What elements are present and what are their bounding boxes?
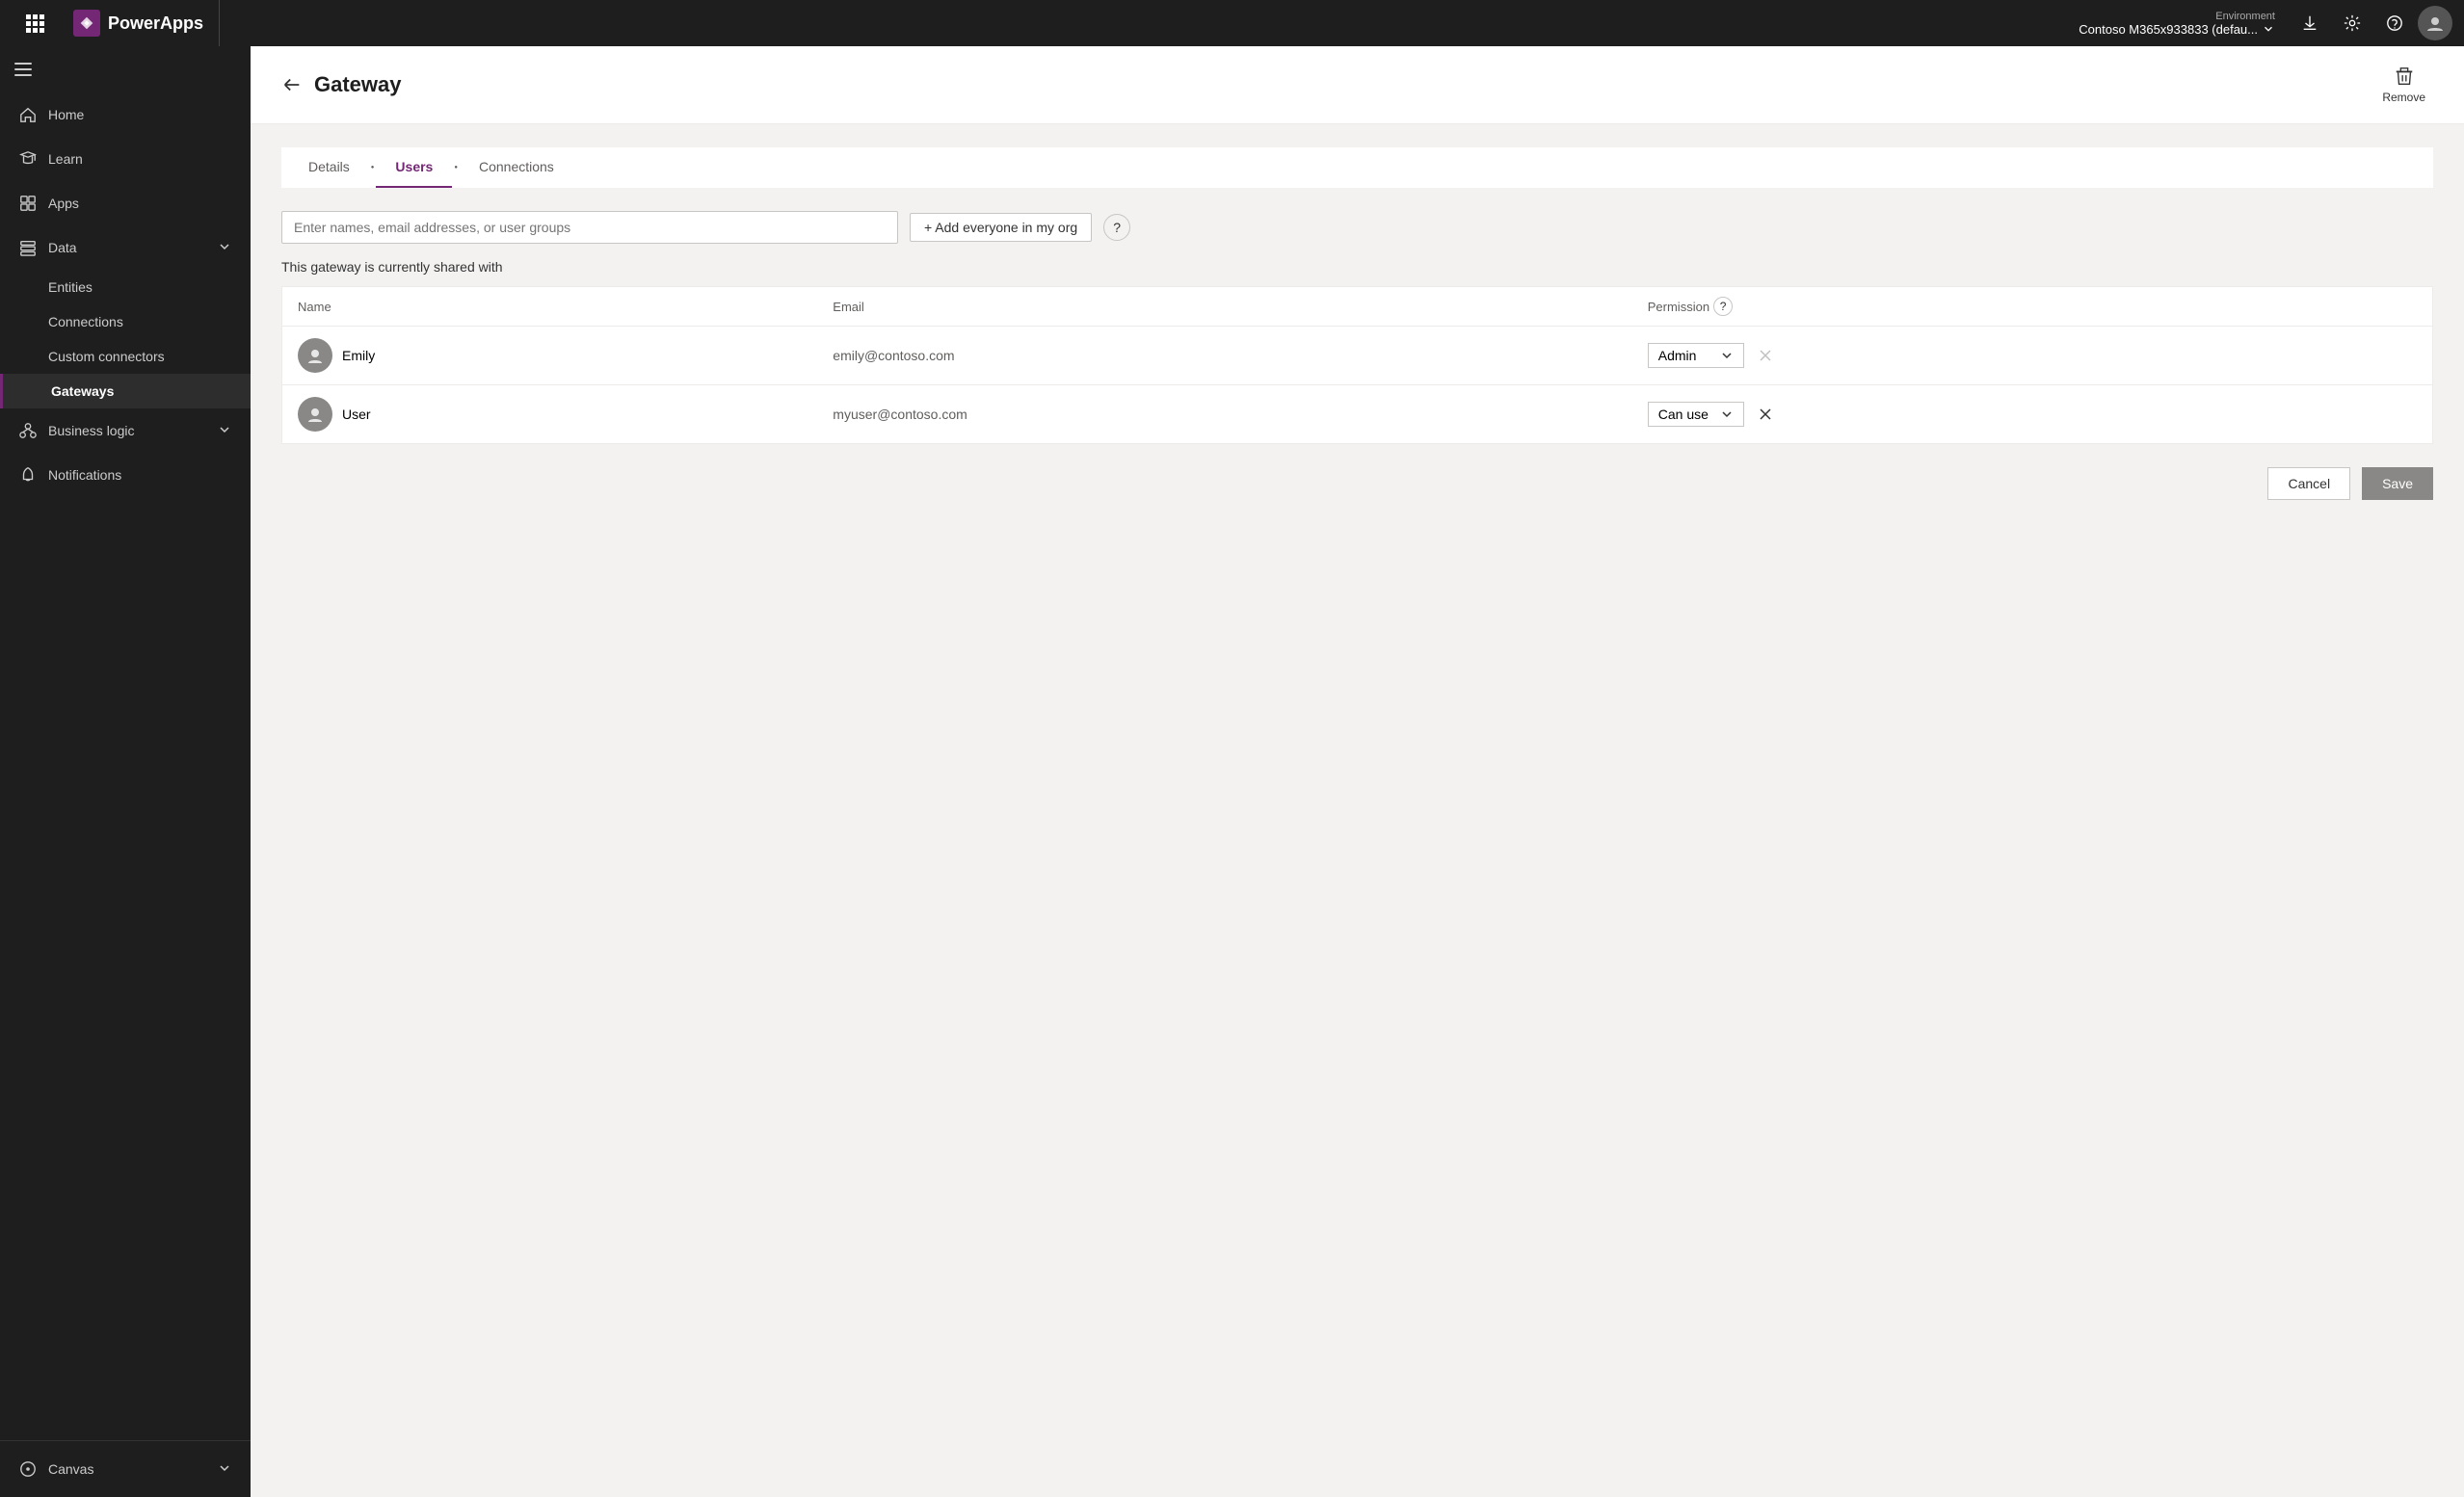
main-content: Gateway Remove Details ● Users ● Connect… <box>251 46 2464 1497</box>
data-chevron-icon <box>218 240 231 256</box>
emily-remove-button <box>1752 342 1779 369</box>
logo-icon <box>73 10 100 37</box>
sidebar-label-learn: Learn <box>48 151 83 167</box>
cancel-button[interactable]: Cancel <box>2267 467 2350 500</box>
sidebar-collapse-button[interactable] <box>0 46 46 92</box>
sidebar-subitem-connections[interactable]: Connections <box>0 304 251 339</box>
remove-button[interactable]: Remove <box>2374 62 2433 108</box>
emily-permission-select[interactable]: Admin <box>1648 343 1744 368</box>
user-avatar[interactable] <box>2418 6 2452 40</box>
environment-selector[interactable]: Environment Contoso M365x933833 (defau..… <box>2079 11 2275 37</box>
remove-label: Remove <box>2382 91 2425 104</box>
sidebar-item-apps[interactable]: Apps <box>0 181 251 225</box>
sidebar: Home Learn Apps Data Entities Connection… <box>0 46 251 1497</box>
page-content: Details ● Users ● Connections + Add ever… <box>251 124 2464 1497</box>
user-remove-button[interactable] <box>1752 401 1779 428</box>
sidebar-label-data: Data <box>48 240 77 255</box>
emily-name: Emily <box>342 348 375 363</box>
topbar-icons <box>2291 4 2452 42</box>
add-everyone-label: + Add everyone in my org <box>924 220 1077 235</box>
download-button[interactable] <box>2291 4 2329 42</box>
user-name-cell: Emily <box>282 327 818 385</box>
emily-email: emily@contoso.com <box>833 348 954 363</box>
sidebar-item-data[interactable]: Data <box>0 225 251 270</box>
page-title: Gateway <box>314 72 2374 97</box>
notifications-icon <box>19 466 37 484</box>
home-icon <box>19 106 37 123</box>
apps-icon <box>19 195 37 212</box>
business-logic-icon <box>19 422 37 439</box>
topbar: PowerApps Environment Contoso M365x93383… <box>0 0 2464 46</box>
col-permission: Permission ? <box>1632 287 2433 327</box>
user-email-cell: myuser@contoso.com <box>817 385 1631 444</box>
user-name-cell: User <box>282 385 818 444</box>
sidebar-item-home[interactable]: Home <box>0 92 251 137</box>
learn-icon <box>19 150 37 168</box>
users-table: Name Email Permission ? <box>281 286 2433 444</box>
canvas-icon <box>19 1460 37 1478</box>
business-logic-chevron-icon <box>218 423 231 439</box>
permission-help-button[interactable]: ? <box>1713 297 1733 316</box>
waffle-button[interactable] <box>12 13 58 33</box>
tab-details[interactable]: Details <box>289 147 369 188</box>
help-tooltip-button[interactable]: ? <box>1103 214 1130 241</box>
logo-text: PowerApps <box>108 13 203 34</box>
emily-permission-cell: Admin <box>1632 327 2433 385</box>
tab-connections[interactable]: Connections <box>460 147 573 188</box>
form-footer: Cancel Save <box>281 467 2433 500</box>
settings-button[interactable] <box>2333 4 2371 42</box>
back-button[interactable] <box>281 74 303 95</box>
data-icon <box>19 239 37 256</box>
page-header-actions: Remove <box>2374 62 2433 108</box>
table-row: User myuser@contoso.com Can use <box>282 385 2433 444</box>
canvas-chevron-icon <box>218 1461 231 1478</box>
col-name: Name <box>282 287 818 327</box>
sidebar-item-business-logic[interactable]: Business logic <box>0 408 251 453</box>
sidebar-label-home: Home <box>48 107 84 122</box>
sidebar-item-canvas[interactable]: Canvas <box>0 1451 251 1487</box>
sidebar-item-learn[interactable]: Learn <box>0 137 251 181</box>
tab-dot-1: ● <box>369 165 377 171</box>
env-label: Environment <box>2215 11 2275 22</box>
user-email: myuser@contoso.com <box>833 407 967 422</box>
user-avatar-2 <box>298 397 332 432</box>
user-permission-select[interactable]: Can use <box>1648 402 1744 427</box>
remove-user-icon <box>1758 407 1773 422</box>
search-row: + Add everyone in my org ? <box>281 211 2433 244</box>
emily-avatar <box>298 338 332 373</box>
tab-users[interactable]: Users <box>376 147 452 188</box>
add-everyone-button[interactable]: + Add everyone in my org <box>910 213 1092 242</box>
sidebar-navigation: Home Learn Apps Data Entities Connection… <box>0 92 251 497</box>
sidebar-subitem-custom-connectors[interactable]: Custom connectors <box>0 339 251 374</box>
sidebar-subitem-gateways[interactable]: Gateways <box>0 374 251 408</box>
sidebar-item-notifications[interactable]: Notifications <box>0 453 251 497</box>
env-name[interactable]: Contoso M365x933833 (defau... <box>2079 22 2275 37</box>
trash-icon <box>2394 66 2415 87</box>
users-section: + Add everyone in my org ? This gateway … <box>281 211 2433 500</box>
save-button[interactable]: Save <box>2362 467 2433 500</box>
shared-with-text: This gateway is currently shared with <box>281 259 2433 275</box>
search-wrap <box>281 211 898 244</box>
user-permission-cell: Can use <box>1632 385 2433 444</box>
user-name: User <box>342 407 371 422</box>
sidebar-bottom: Canvas <box>0 1440 251 1497</box>
emily-email-cell: emily@contoso.com <box>817 327 1631 385</box>
sidebar-label-apps: Apps <box>48 196 79 211</box>
sidebar-label-business-logic: Business logic <box>48 423 135 438</box>
search-input[interactable] <box>281 211 898 244</box>
sidebar-subitem-entities[interactable]: Entities <box>0 270 251 304</box>
help-button[interactable] <box>2375 4 2414 42</box>
page-header: Gateway Remove <box>251 46 2464 124</box>
app-logo: PowerApps <box>58 0 220 46</box>
sidebar-label-canvas: Canvas <box>48 1461 93 1477</box>
col-email: Email <box>817 287 1631 327</box>
tabs: Details ● Users ● Connections <box>281 147 2433 188</box>
tab-dot-2: ● <box>452 165 460 171</box>
sidebar-label-notifications: Notifications <box>48 467 121 483</box>
table-row: Emily emily@contoso.com Admin <box>282 327 2433 385</box>
